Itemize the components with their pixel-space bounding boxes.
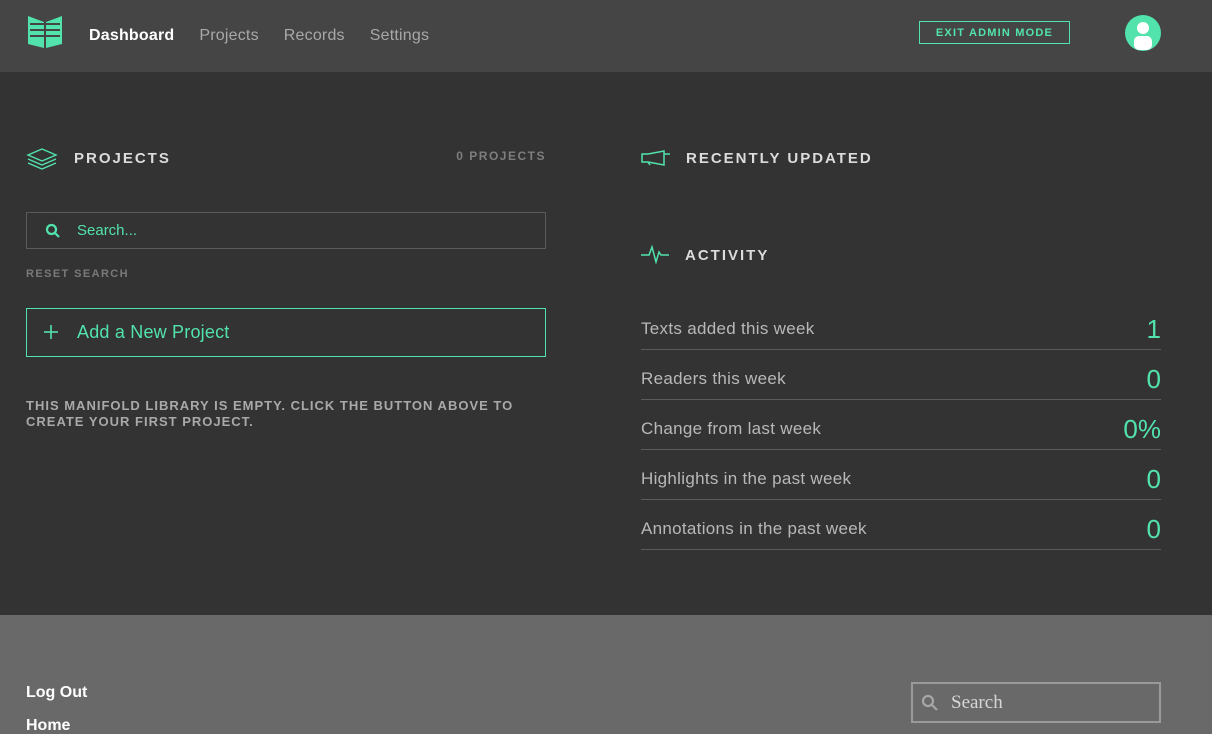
- plus-icon: [43, 321, 61, 345]
- activity-list: Texts added this week 1 Readers this wee…: [641, 300, 1161, 550]
- activity-row: Annotations in the past week 0: [641, 500, 1161, 550]
- activity-label: Texts added this week: [641, 319, 815, 338]
- activity-value: 0: [1146, 514, 1161, 544]
- nav-dashboard[interactable]: Dashboard: [89, 27, 174, 45]
- add-new-project-button[interactable]: Add a New Project: [26, 308, 546, 357]
- footer-search-input[interactable]: [951, 691, 1141, 714]
- manifold-logo-icon[interactable]: [26, 14, 64, 52]
- footer-home-link[interactable]: Home: [26, 717, 70, 734]
- layers-icon: [26, 147, 58, 173]
- nav-projects[interactable]: Projects: [199, 27, 258, 45]
- activity-row: Readers this week 0: [641, 350, 1161, 400]
- activity-value: 0: [1146, 464, 1161, 494]
- activity-value: 1: [1146, 314, 1161, 344]
- top-header: Dashboard Projects Records Settings EXIT…: [0, 0, 1212, 72]
- nav-records[interactable]: Records: [284, 27, 345, 45]
- footer-search[interactable]: [911, 682, 1161, 723]
- main-nav: Dashboard Projects Records Settings: [89, 0, 454, 72]
- projects-search[interactable]: [26, 212, 546, 249]
- activity-title: ACTIVITY: [685, 247, 770, 264]
- search-icon: [45, 223, 61, 239]
- nav-settings[interactable]: Settings: [370, 27, 429, 45]
- activity-row: Highlights in the past week 0: [641, 450, 1161, 500]
- activity-value: 0%: [1123, 414, 1161, 444]
- recently-updated-title: RECENTLY UPDATED: [686, 150, 873, 167]
- add-new-project-label: Add a New Project: [77, 322, 230, 342]
- projects-section-title: PROJECTS: [74, 150, 171, 167]
- megaphone-icon: [641, 150, 671, 166]
- activity-row: Texts added this week 1: [641, 300, 1161, 350]
- user-avatar-icon[interactable]: [1125, 15, 1161, 51]
- exit-admin-mode-button[interactable]: EXIT ADMIN MODE: [919, 21, 1070, 44]
- search-icon: [921, 694, 939, 712]
- projects-search-input[interactable]: [77, 222, 497, 239]
- activity-row: Change from last week 0%: [641, 400, 1161, 450]
- empty-library-message: THIS MANIFOLD LIBRARY IS EMPTY. CLICK TH…: [26, 398, 514, 429]
- footer-logout-link[interactable]: Log Out: [26, 684, 87, 702]
- activity-label: Readers this week: [641, 369, 786, 388]
- activity-label: Change from last week: [641, 419, 822, 438]
- reset-search-link[interactable]: RESET SEARCH: [26, 268, 129, 280]
- activity-label: Annotations in the past week: [641, 519, 867, 538]
- pulse-icon: [641, 244, 669, 265]
- activity-label: Highlights in the past week: [641, 469, 852, 488]
- page-footer: Log Out Home: [0, 615, 1212, 734]
- activity-value: 0: [1146, 364, 1161, 394]
- projects-count: 0 PROJECTS: [456, 149, 546, 163]
